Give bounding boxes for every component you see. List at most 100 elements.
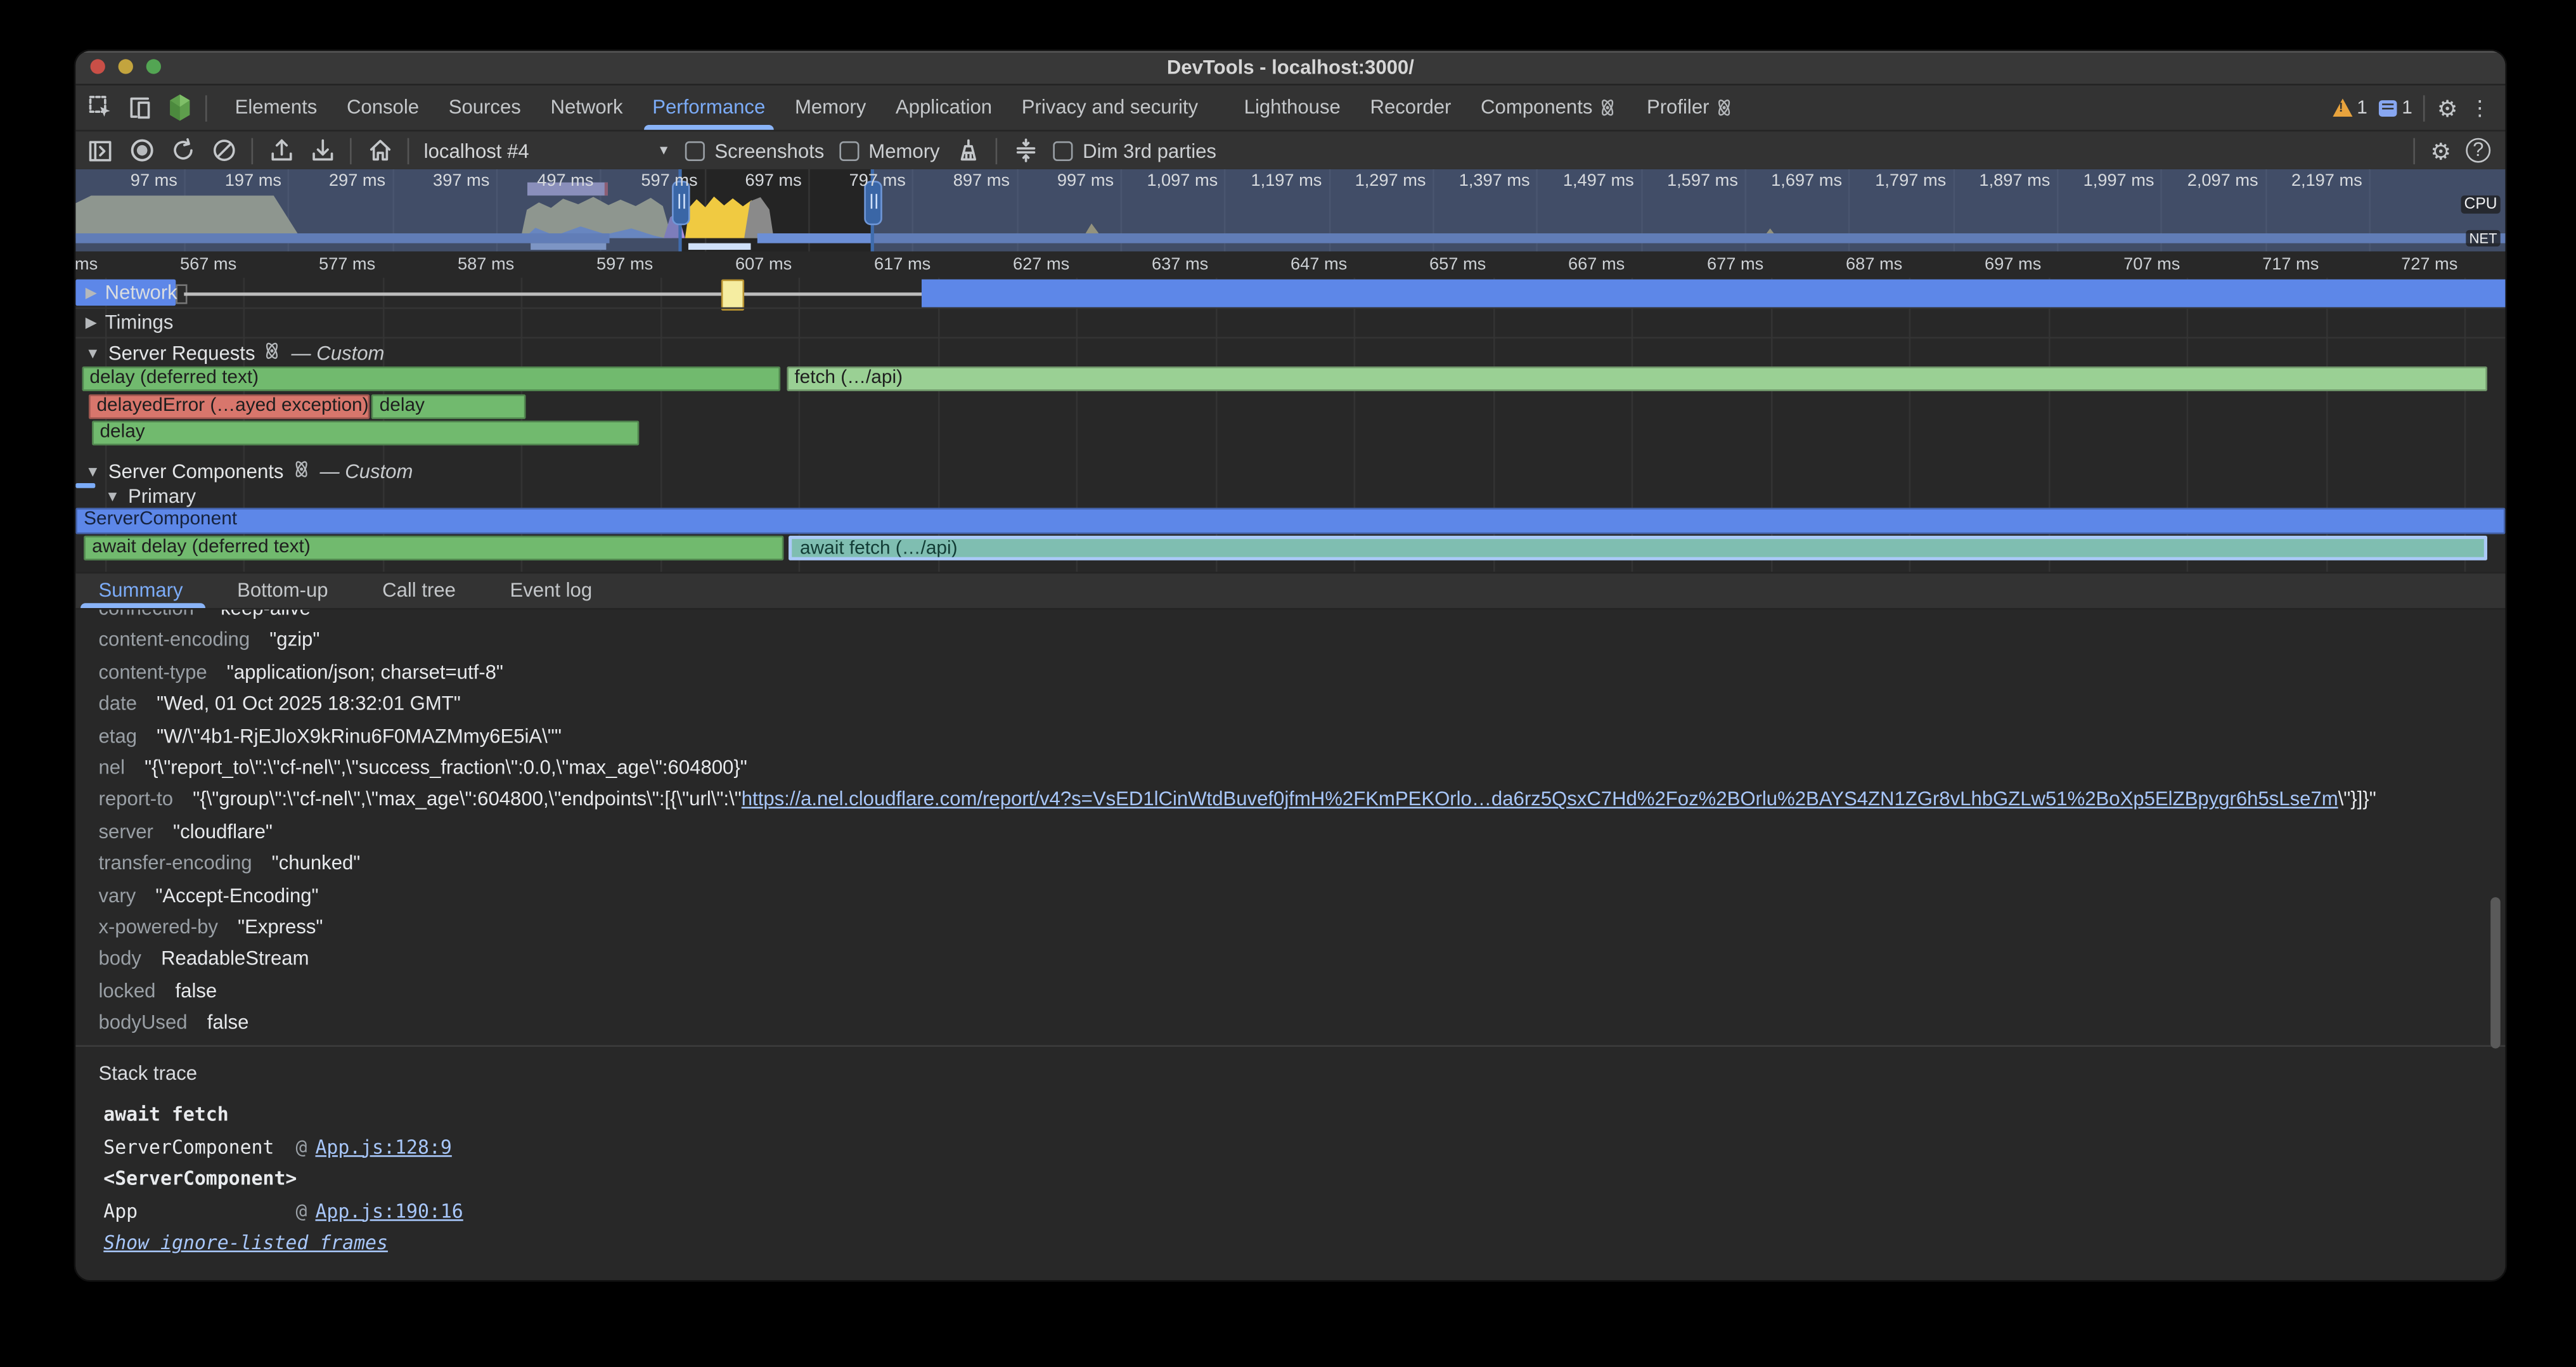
tab-application[interactable]: Application bbox=[881, 86, 1007, 130]
overview-tick-label: 397 ms bbox=[394, 171, 489, 193]
collapsed-triangle-icon[interactable]: ▶ bbox=[86, 283, 97, 302]
warnings-indicator[interactable]: 1 bbox=[2332, 98, 2367, 117]
capture-settings-gear-icon[interactable]: ⚙ bbox=[2430, 139, 2451, 162]
tab-privacy-and-security[interactable]: Privacy and security bbox=[1007, 86, 1213, 130]
clear-icon[interactable] bbox=[210, 137, 236, 163]
toggle-sidebar-icon[interactable] bbox=[87, 137, 113, 163]
event-bar-servercomponent[interactable]: ServerComponent bbox=[75, 508, 2505, 533]
ruler-tick-label: 717 ms bbox=[2217, 253, 2319, 276]
issues-indicator[interactable]: 1 bbox=[2379, 98, 2412, 117]
timings-track-label: Timings bbox=[105, 311, 174, 334]
details-tab-call-tree[interactable]: Call tree bbox=[373, 574, 466, 608]
details-tab-summary[interactable]: Summary bbox=[89, 574, 193, 608]
download-profile-icon[interactable] bbox=[309, 137, 335, 163]
record-and-reload-icon[interactable] bbox=[169, 137, 195, 163]
header-value: "application/json; charset=utf-8" bbox=[227, 660, 503, 683]
expanded-triangle-icon[interactable]: ▼ bbox=[105, 487, 120, 503]
event-bar-delay-deferred-text[interactable]: delay (deferred text) bbox=[81, 366, 780, 391]
settings-gear-icon[interactable]: ⚙ bbox=[2437, 96, 2458, 119]
event-bar-fetch-api[interactable]: fetch (…/api) bbox=[786, 366, 2487, 391]
history-select[interactable]: localhost #4 ▼ bbox=[424, 139, 671, 162]
track-network[interactable]: ▶ Network bbox=[75, 278, 2505, 308]
warning-icon bbox=[2332, 99, 2352, 117]
dim-3rd-parties-checkbox[interactable]: Dim 3rd parties bbox=[1053, 139, 1216, 162]
header-row-x-powered-by: x-powered-by "Express" bbox=[99, 912, 2473, 943]
header-value: "Express" bbox=[238, 915, 323, 938]
primary-track-label: Primary bbox=[128, 484, 196, 507]
track-server-components[interactable]: ▼ Server Components — Custom bbox=[75, 458, 2505, 484]
expanded-triangle-icon[interactable]: ▼ bbox=[86, 344, 100, 361]
overview-tick-label: 1,597 ms bbox=[1643, 171, 1738, 193]
frame-source-link[interactable]: App.js:190:16 bbox=[315, 1199, 463, 1222]
event-bar-await-fetch-api[interactable]: await fetch (…/api) bbox=[789, 535, 2487, 560]
collapsed-triangle-icon[interactable]: ▶ bbox=[86, 313, 97, 332]
device-toolbar-icon[interactable] bbox=[127, 94, 153, 120]
overview-tick-label: 2,097 ms bbox=[2163, 171, 2258, 193]
ruler-tick-label: 567 ms bbox=[135, 253, 237, 276]
header-value: "Accept-Encoding" bbox=[155, 883, 318, 906]
overview-tick-label: 1,897 ms bbox=[1955, 171, 2050, 193]
event-bar-await-delay-deferred-text[interactable]: await delay (deferred text) bbox=[84, 535, 783, 560]
ruler-tick-label: 707 ms bbox=[2078, 253, 2180, 276]
track-server-requests[interactable]: ▼ Server Requests — Custom bbox=[75, 339, 2505, 366]
frame-source-link[interactable]: App.js:128:9 bbox=[315, 1135, 451, 1158]
ruler-tick-label: 607 ms bbox=[690, 253, 792, 276]
overview-tick-label: 197 ms bbox=[186, 171, 281, 193]
devtools-window: DevTools - localhost:3000/ ElementsConso… bbox=[74, 49, 2507, 1282]
header-value: "gzip" bbox=[269, 628, 319, 651]
record-icon[interactable] bbox=[128, 137, 154, 163]
report-to-url-link[interactable]: https://a.nel.cloudflare.com/report/v4?s… bbox=[742, 787, 2338, 810]
collect-garbage-icon[interactable] bbox=[955, 137, 981, 163]
more-options-kebab-icon[interactable]: ⋮ bbox=[2469, 94, 2490, 120]
header-row-vary: vary"Accept-Encoding" bbox=[99, 880, 2473, 912]
event-bar-delay[interactable]: delay bbox=[371, 394, 526, 418]
tab-profiler[interactable]: Profiler bbox=[1632, 86, 1749, 130]
tab-elements[interactable]: Elements bbox=[220, 86, 332, 130]
track-primary[interactable]: ▼ Primary bbox=[75, 483, 2505, 508]
details-scrollbar-thumb[interactable] bbox=[2490, 897, 2501, 1048]
tab-sources[interactable]: Sources bbox=[434, 86, 536, 130]
extension-gem-icon[interactable] bbox=[166, 94, 192, 120]
tab-memory[interactable]: Memory bbox=[780, 86, 881, 130]
show-ignore-listed-frames-link[interactable]: Show ignore-listed frames bbox=[103, 1231, 388, 1254]
header-name: date bbox=[99, 692, 138, 715]
screenshots-checkbox[interactable]: Screenshots bbox=[685, 139, 825, 162]
track-timings[interactable]: ▶ Timings bbox=[75, 308, 2505, 337]
overview-tick-label: 297 ms bbox=[290, 171, 385, 193]
header-name: transfer-encoding bbox=[99, 852, 252, 874]
tab-components[interactable]: Components bbox=[1466, 86, 1632, 130]
expanded-triangle-icon[interactable]: ▼ bbox=[86, 463, 100, 480]
upload-profile-icon[interactable] bbox=[267, 137, 293, 163]
header-name: nel bbox=[99, 756, 126, 779]
help-icon[interactable]: ? bbox=[2466, 138, 2490, 163]
event-bar-delay[interactable]: delay bbox=[91, 421, 639, 446]
ruler-tick-label: ms bbox=[74, 253, 98, 276]
tab-lighthouse[interactable]: Lighthouse bbox=[1229, 86, 1355, 130]
header-row-bodyUsed: bodyUsedfalse bbox=[99, 1007, 2473, 1039]
header-name: etag bbox=[99, 724, 138, 747]
tab-performance[interactable]: Performance bbox=[638, 86, 780, 130]
tab-console[interactable]: Console bbox=[332, 86, 434, 130]
ruler-tick-label: 697 ms bbox=[1940, 253, 2042, 276]
inspect-element-icon[interactable] bbox=[87, 94, 113, 120]
header-row-content-encoding: content-encoding"gzip" bbox=[99, 625, 2473, 657]
timeline-overview[interactable]: 97 ms197 ms297 ms397 ms497 ms597 ms697 m… bbox=[75, 169, 2505, 252]
details-tab-bottom-up[interactable]: Bottom-up bbox=[228, 574, 338, 608]
memory-checkbox[interactable]: Memory bbox=[839, 139, 940, 162]
timeline-ruler[interactable]: ms567 ms577 ms587 ms597 ms607 ms617 ms62… bbox=[75, 252, 2505, 278]
home-icon[interactable] bbox=[366, 137, 392, 163]
header-name: content-type bbox=[99, 660, 207, 683]
overview-tick-label: 1,997 ms bbox=[2059, 171, 2154, 193]
header-name: x-powered-by bbox=[99, 915, 218, 938]
network-track-label: Network bbox=[105, 281, 177, 304]
collapse-recording-icon[interactable] bbox=[1012, 137, 1038, 163]
tab-recorder[interactable]: Recorder bbox=[1355, 86, 1466, 130]
overview-tick-label: 597 ms bbox=[602, 171, 697, 193]
details-tab-event-log[interactable]: Event log bbox=[500, 574, 602, 608]
header-value: "Wed, 01 Oct 2025 18:32:01 GMT" bbox=[157, 692, 461, 715]
server-requests-title: Server Requests bbox=[108, 341, 255, 364]
tab-network[interactable]: Network bbox=[536, 86, 638, 130]
toolbar-right-divider bbox=[2414, 137, 2416, 163]
event-bar-delayederror-ayed-exception[interactable]: delayedError (…ayed exception) bbox=[89, 394, 370, 418]
ruler-tick-label: 667 ms bbox=[1523, 253, 1625, 276]
